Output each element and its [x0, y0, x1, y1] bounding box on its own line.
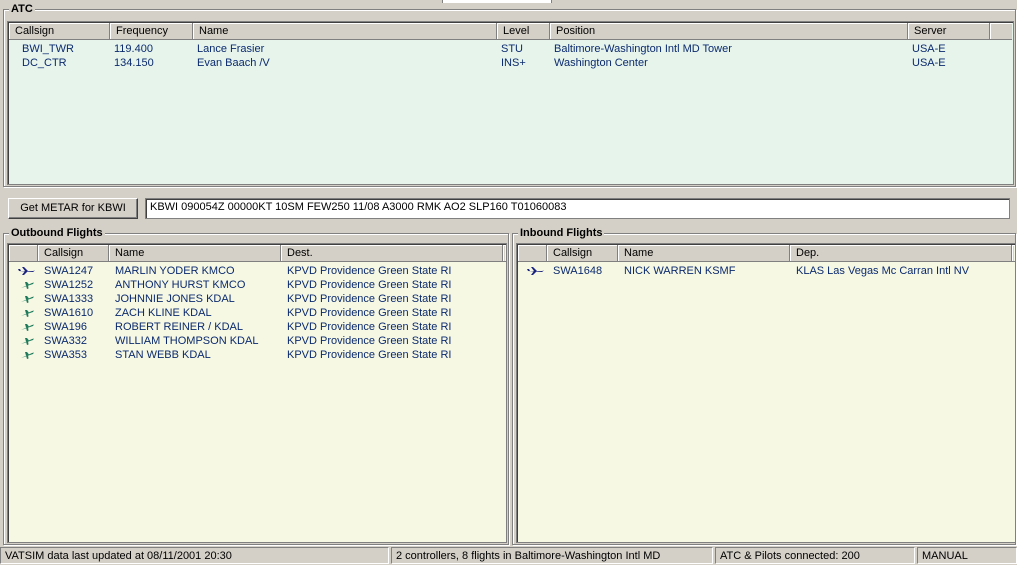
atc-cell-name: Evan Baach /V: [197, 57, 270, 69]
flight-cell-dest: KPVD Providence Green State RI: [287, 279, 452, 291]
status-mode: MANUAL: [917, 547, 1017, 564]
departing-plane-icon: [18, 350, 36, 360]
metar-field[interactable]: KBWI 090054Z 00000KT 10SM FEW250 11/08 A…: [145, 198, 1010, 219]
flight-row[interactable]: SWA1610 ZACH KLINE KDAL KPVD Providence Gr…: [9, 306, 505, 320]
flight-cell-dest: KPVD Providence Green State RI: [287, 293, 452, 305]
column-position[interactable]: Position: [550, 23, 908, 40]
flight-cell-dep: KLAS Las Vegas Mc Carran Intl NV: [796, 265, 970, 277]
plane-icon: [527, 266, 545, 276]
atc-cell-frequency: 134.150: [114, 57, 154, 69]
atc-group-title: ATC: [9, 2, 35, 16]
outbound-list[interactable]: Callsign Name Dest. SWA1247 MARLIN YODER …: [7, 243, 507, 543]
status-updated: VATSIM data last updated at 08/11/2001 2…: [0, 547, 389, 564]
atc-cell-callsign: DC_CTR: [22, 57, 67, 69]
atc-cell-frequency: 119.400: [114, 43, 153, 55]
flight-row[interactable]: SWA1648 NICK WARREN KSMF KLAS Las Vegas Mc…: [518, 264, 1014, 278]
inbound-list[interactable]: Callsign Name Dep. SWA1648 NICK WARREN KS…: [516, 243, 1016, 543]
departing-plane-icon: [18, 280, 36, 290]
column-name[interactable]: Name: [109, 245, 281, 262]
flight-cell-name: MARLIN YODER KMCO: [115, 265, 235, 277]
outbound-list-header: Callsign Name Dest.: [9, 245, 506, 262]
atc-cell-position: Washington Center: [554, 57, 648, 69]
flight-cell-callsign: SWA1333: [44, 293, 94, 305]
flight-row[interactable]: SWA1333 JOHNNIE JONES KDAL KPVD Providence…: [9, 292, 505, 306]
flight-cell-dest: KPVD Providence Green State RI: [287, 307, 452, 319]
atc-cell-server: USA-E: [912, 57, 946, 69]
flight-cell-callsign: SWA1610: [44, 307, 94, 319]
departing-plane-icon: [18, 308, 36, 318]
column-filler: [503, 245, 506, 262]
flight-cell-dest: KPVD Providence Green State RI: [287, 321, 452, 333]
flight-cell-callsign: SWA353: [44, 349, 88, 361]
column-name[interactable]: Name: [618, 245, 790, 262]
inbound-list-header: Callsign Name Dep.: [518, 245, 1015, 262]
status-connected: ATC & Pilots connected: 200: [715, 547, 915, 564]
atc-cell-server: USA-E: [912, 43, 946, 55]
flight-row[interactable]: SWA1252 ANTHONY HURST KMCO KPVD Providence…: [9, 278, 505, 292]
column-server[interactable]: Server: [908, 23, 990, 40]
get-metar-button[interactable]: Get METAR for KBWI: [8, 198, 138, 219]
flight-cell-dest: KPVD Providence Green State RI: [287, 335, 452, 347]
flight-cell-name: NICK WARREN KSMF: [624, 265, 736, 277]
flight-cell-name: ANTHONY HURST KMCO: [115, 279, 246, 291]
flight-cell-name: ZACH KLINE KDAL: [115, 307, 212, 319]
flight-row[interactable]: SWA196 ROBERT REINER / KDAL KPVD Providenc…: [9, 320, 505, 334]
departing-plane-icon: [18, 336, 36, 346]
column-frequency[interactable]: Frequency: [110, 23, 193, 40]
flight-cell-callsign: SWA196: [44, 321, 88, 333]
atc-list-header: Callsign Frequency Name Level Position S…: [9, 23, 1012, 40]
flight-row[interactable]: SWA353 STAN WEBB KDAL KPVD Providence Gree…: [9, 348, 505, 362]
departing-plane-icon: [18, 294, 36, 304]
column-level[interactable]: Level: [497, 23, 550, 40]
outbound-group: Outbound Flights Callsign Name Dest. SWA…: [3, 226, 509, 545]
plane-icon: [18, 266, 36, 276]
atc-group: ATC Callsign Frequency Name Level Positi…: [3, 2, 1016, 187]
atc-row[interactable]: DC_CTR 134.150 Evan Baach /V INS+ Washington…: [9, 56, 1012, 70]
inbound-group: Inbound Flights Callsign Name Dep. SWA16…: [512, 226, 1016, 545]
flight-cell-callsign: SWA1247: [44, 265, 94, 277]
atc-cell-level: INS+: [501, 57, 526, 69]
inbound-group-title: Inbound Flights: [518, 226, 605, 240]
column-icon[interactable]: [9, 245, 38, 262]
column-filler: [990, 23, 1012, 40]
atc-cell-callsign: BWI_TWR: [22, 43, 74, 55]
flight-cell-dest: KPVD Providence Green State RI: [287, 349, 452, 361]
status-bar: VATSIM data last updated at 08/11/2001 2…: [0, 546, 1017, 565]
outbound-list-body: SWA1247 MARLIN YODER KMCO KPVD Providence …: [9, 262, 505, 541]
column-callsign[interactable]: Callsign: [547, 245, 618, 262]
flight-row[interactable]: SWA332 WILLIAM THOMPSON KDAL KPVD Providen…: [9, 334, 505, 348]
atc-cell-level: STU: [501, 43, 523, 55]
atc-list[interactable]: Callsign Frequency Name Level Position S…: [7, 21, 1014, 185]
column-name[interactable]: Name: [193, 23, 497, 40]
atc-list-body: BWI_TWR 119.400 Lance Frasier STU Baltimore-…: [9, 40, 1012, 183]
atc-row[interactable]: BWI_TWR 119.400 Lance Frasier STU Baltimore-…: [9, 42, 1012, 56]
flight-cell-name: WILLIAM THOMPSON KDAL: [115, 335, 259, 347]
flight-cell-name: STAN WEBB KDAL: [115, 349, 211, 361]
column-filler: [1012, 245, 1015, 262]
flight-cell-callsign: SWA332: [44, 335, 88, 347]
column-dest[interactable]: Dest.: [281, 245, 503, 262]
window-edge: [442, 0, 552, 3]
column-icon[interactable]: [518, 245, 547, 262]
column-callsign[interactable]: Callsign: [9, 23, 110, 40]
atc-cell-name: Lance Frasier: [197, 43, 265, 55]
flight-cell-callsign: SWA1648: [553, 265, 603, 277]
flight-row[interactable]: SWA1247 MARLIN YODER KMCO KPVD Providence …: [9, 264, 505, 278]
flight-cell-dest: KPVD Providence Green State RI: [287, 265, 452, 277]
departing-plane-icon: [18, 322, 36, 332]
inbound-list-body: SWA1648 NICK WARREN KSMF KLAS Las Vegas Mc…: [518, 262, 1014, 541]
flight-cell-name: ROBERT REINER / KDAL: [115, 321, 243, 333]
column-callsign[interactable]: Callsign: [38, 245, 109, 262]
column-dep[interactable]: Dep.: [790, 245, 1012, 262]
flight-cell-callsign: SWA1252: [44, 279, 94, 291]
status-summary: 2 controllers, 8 flights in Baltimore-Wa…: [391, 547, 713, 564]
outbound-group-title: Outbound Flights: [9, 226, 105, 240]
flight-cell-name: JOHNNIE JONES KDAL: [115, 293, 235, 305]
atc-cell-position: Baltimore-Washington Intl MD Tower: [554, 43, 732, 55]
